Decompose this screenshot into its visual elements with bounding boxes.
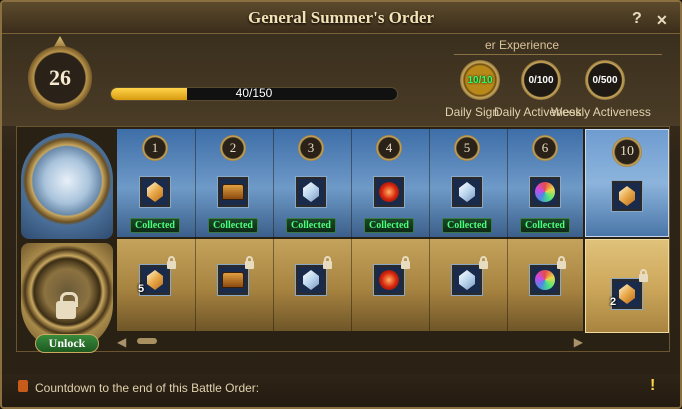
horizontal-scrollbar[interactable]: ◀ ▶ (117, 333, 583, 349)
alert-icon[interactable]: ! (650, 377, 655, 395)
experience-label: er Experience (485, 38, 560, 52)
window-title: General Summer's Order (247, 8, 434, 27)
lock-icon (479, 256, 488, 269)
premium-reward-row (117, 239, 583, 331)
item-quantity: 5 (138, 283, 145, 295)
red-orb-icon[interactable] (373, 176, 405, 208)
lock-icon (639, 269, 648, 282)
xp-progress-text: 40/150 (235, 86, 273, 100)
experience-divider (454, 54, 662, 55)
red-orb-icon[interactable] (373, 264, 405, 296)
hourglass-icon (18, 380, 28, 392)
level-number: 1 (142, 135, 168, 161)
lock-icon (56, 292, 78, 319)
column-divider (273, 129, 274, 331)
collected-badge: Collected (520, 218, 570, 233)
lock-icon (557, 256, 566, 269)
rainbow-orb-icon[interactable] (529, 264, 561, 296)
milestone-column: 10 2 (585, 129, 669, 333)
unlock-button[interactable]: Unlock (35, 334, 99, 353)
column-divider (429, 129, 430, 331)
collected-badge: Collected (130, 218, 180, 233)
milestone-level-number: 10 (612, 137, 642, 167)
title-bar: General Summer's Order ? ✕ (2, 2, 680, 34)
lock-icon (323, 256, 332, 269)
daily-sign-circle[interactable]: 10/10 (460, 60, 500, 100)
white-crystal-icon[interactable] (451, 176, 483, 208)
item-quantity: 2 (610, 296, 617, 308)
daily-sign-label: Daily Sign (445, 105, 500, 119)
scroll-right-icon[interactable]: ▶ (574, 335, 583, 349)
collected-badge: Collected (364, 218, 414, 233)
rainbow-orb-icon[interactable] (529, 176, 561, 208)
close-button[interactable]: ✕ (656, 12, 668, 29)
battle-order-window: General Summer's Order ? ✕ 26 40/150 er … (0, 0, 682, 409)
collected-badge: Collected (208, 218, 258, 233)
reward-track-panel: Unlock 1 Collected 5 2 Collected 3 Colle… (16, 126, 670, 353)
track-emblems: Unlock (17, 129, 115, 353)
level-badge: 26 (28, 46, 92, 110)
lock-icon (401, 256, 410, 269)
gold-crystal-icon[interactable] (139, 176, 171, 208)
level-number: 2 (220, 135, 246, 161)
column-divider (195, 129, 196, 331)
gold-crystal-icon[interactable] (139, 264, 171, 296)
lock-icon (245, 256, 254, 269)
collected-badge: Collected (286, 218, 336, 233)
level-number: 4 (376, 135, 402, 161)
white-crystal-icon[interactable] (295, 176, 327, 208)
level-number: 5 (454, 135, 480, 161)
column-divider (351, 129, 352, 331)
column-divider (507, 129, 508, 331)
gold-crystal-icon[interactable] (611, 180, 643, 212)
countdown-text: Countdown to the end of this Battle Orde… (35, 381, 260, 395)
lock-icon (167, 256, 176, 269)
scroll-thumb[interactable] (137, 338, 157, 344)
white-crystal-icon[interactable] (451, 264, 483, 296)
gold-crystal-icon[interactable] (611, 278, 643, 310)
level-number: 6 (532, 135, 558, 161)
weekly-activeness-label: Weekly Activeness (551, 105, 651, 119)
white-crystal-icon[interactable] (295, 264, 327, 296)
level-number: 3 (298, 135, 324, 161)
daily-activeness-circle[interactable]: 0/100 (521, 60, 561, 100)
treasure-chest-icon[interactable] (217, 264, 249, 296)
help-button[interactable]: ? (632, 10, 642, 28)
treasure-chest-icon[interactable] (217, 176, 249, 208)
scroll-left-icon[interactable]: ◀ (117, 335, 126, 349)
weekly-activeness-circle[interactable]: 0/500 (585, 60, 625, 100)
free-reward-row (117, 129, 583, 237)
collected-badge: Collected (442, 218, 492, 233)
sword-emblem-icon (21, 133, 113, 239)
